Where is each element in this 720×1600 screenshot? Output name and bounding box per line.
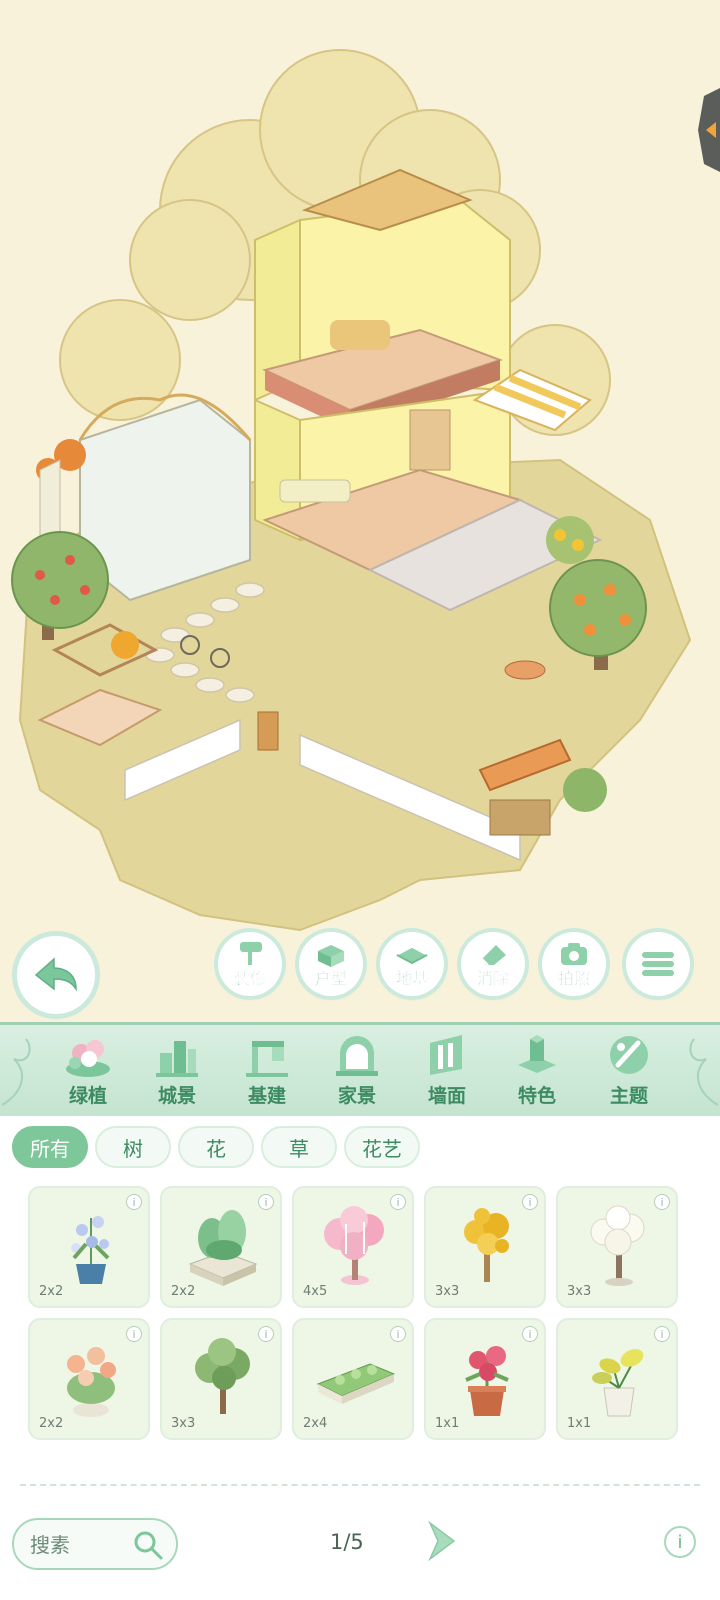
decorate-label: 装修 <box>233 969 266 988</box>
special-icon <box>518 1035 556 1073</box>
item-card[interactable]: i 3x3 <box>424 1186 546 1308</box>
leafy-planter-icon <box>188 1210 258 1286</box>
item-info-icon[interactable]: i <box>258 1326 274 1342</box>
roller-icon <box>240 942 262 965</box>
category-home-label: 家景 <box>337 1085 376 1107</box>
erase-label: 消除 <box>476 969 509 988</box>
category-city[interactable]: 城景 <box>137 1031 217 1115</box>
category-plants-label: 绿植 <box>68 1085 107 1107</box>
help-info-button[interactable]: i <box>664 1526 696 1558</box>
item-info-icon[interactable]: i <box>522 1326 538 1342</box>
foundation-button[interactable]: 地基 <box>380 932 444 996</box>
item-card[interactable]: i 4x5 <box>292 1186 414 1308</box>
item-size: 4x5 <box>303 1284 328 1299</box>
erase-button[interactable]: 消除 <box>461 932 525 996</box>
category-build[interactable]: 基建 <box>227 1031 307 1115</box>
foundation-icon <box>395 946 429 965</box>
photo-button[interactable]: 拍照 <box>542 932 606 996</box>
item-card[interactable]: i 1x1 <box>424 1318 546 1440</box>
search-box[interactable] <box>12 1518 178 1570</box>
side-panel-handle-icon[interactable] <box>694 88 720 172</box>
item-info-icon[interactable]: i <box>522 1194 538 1210</box>
filter-all[interactable]: 所有 <box>12 1126 88 1168</box>
green-tree-icon <box>195 1338 250 1414</box>
floorplan-icon <box>318 945 344 967</box>
item-info-icon[interactable]: i <box>258 1194 274 1210</box>
item-size: 2x4 <box>303 1416 328 1431</box>
back-button[interactable] <box>17 936 95 1014</box>
hedge-planter-icon <box>316 1363 396 1404</box>
item-info-icon[interactable]: i <box>126 1194 142 1210</box>
item-info-icon[interactable]: i <box>654 1326 670 1342</box>
category-build-label: 基建 <box>247 1085 286 1107</box>
filter-floral-art[interactable]: 花艺 <box>344 1126 420 1168</box>
wall-icon <box>430 1035 462 1075</box>
city-icon <box>156 1041 198 1077</box>
yellow-tree-icon <box>464 1208 509 1282</box>
eraser-icon <box>481 945 506 966</box>
item-size: 1x1 <box>435 1416 460 1431</box>
search-icon[interactable] <box>132 1529 164 1561</box>
next-page-icon[interactable] <box>424 1521 458 1561</box>
category-city-label: 城景 <box>157 1085 196 1107</box>
camera-icon <box>561 943 587 965</box>
item-size: 3x3 <box>435 1284 460 1299</box>
filter-grass[interactable]: 草 <box>261 1126 337 1168</box>
menu-button[interactable] <box>626 932 690 996</box>
item-size: 3x3 <box>567 1284 592 1299</box>
item-size: 1x1 <box>567 1416 592 1431</box>
foundation-label: 地基 <box>395 969 428 988</box>
item-size: 2x2 <box>39 1416 64 1431</box>
white-blossom-tree-icon <box>590 1205 645 1286</box>
category-special[interactable]: 特色 <box>497 1031 577 1115</box>
category-theme[interactable]: 主题 <box>589 1031 669 1115</box>
plant-icon <box>66 1040 110 1077</box>
yellow-leaf-pot-icon <box>592 1349 644 1417</box>
item-card[interactable]: i 2x4 <box>292 1318 414 1440</box>
decorate-button[interactable]: 装修 <box>218 932 282 996</box>
search-input[interactable] <box>28 1528 142 1562</box>
item-card[interactable]: i 2x2 <box>28 1186 150 1308</box>
item-info-icon[interactable]: i <box>654 1194 670 1210</box>
category-wall[interactable]: 墙面 <box>407 1031 487 1115</box>
back-arrow-icon <box>34 957 77 992</box>
page-indicator: 1/5 <box>330 1530 364 1554</box>
footer-divider <box>20 1484 700 1486</box>
home-icon <box>336 1036 378 1076</box>
item-size: 3x3 <box>171 1416 196 1431</box>
category-special-label: 特色 <box>517 1085 556 1107</box>
category-home[interactable]: 家景 <box>317 1031 397 1115</box>
filter-trees[interactable]: 树 <box>95 1126 171 1168</box>
floorplan-label: 户型 <box>314 969 347 988</box>
floorplan-button[interactable]: 户型 <box>299 932 363 996</box>
item-card[interactable]: i 3x3 <box>160 1318 282 1440</box>
item-size: 2x2 <box>171 1284 196 1299</box>
theme-icon <box>610 1036 648 1074</box>
category-bar: 绿植 城景 基建 家景 墙面 特色 主题 <box>0 1022 720 1122</box>
isometric-house-illustration <box>11 49 692 932</box>
vine-decoration-right-icon <box>689 1038 719 1106</box>
item-info-icon[interactable]: i <box>390 1326 406 1342</box>
photo-label: 拍照 <box>557 969 590 988</box>
item-info-icon[interactable]: i <box>126 1326 142 1342</box>
protea-pot-icon <box>465 1346 509 1416</box>
category-wall-label: 墙面 <box>427 1085 466 1107</box>
item-card[interactable]: i 3x3 <box>556 1186 678 1308</box>
category-plants[interactable]: 绿植 <box>48 1031 128 1115</box>
item-card[interactable]: i 2x2 <box>160 1186 282 1308</box>
category-theme-label: 主题 <box>609 1085 648 1107</box>
vine-decoration-left-icon <box>1 1038 31 1106</box>
pink-blossom-tree-icon <box>324 1206 384 1285</box>
item-card[interactable]: i 1x1 <box>556 1318 678 1440</box>
item-size: 2x2 <box>39 1284 64 1299</box>
peach-rose-bush-icon <box>67 1347 116 1417</box>
blue-flower-pot-icon <box>71 1216 110 1284</box>
build-icon <box>246 1041 288 1077</box>
garden-scene[interactable] <box>0 0 720 1020</box>
item-card[interactable]: i 2x2 <box>28 1318 150 1440</box>
item-info-icon[interactable]: i <box>390 1194 406 1210</box>
hamburger-icon <box>642 952 674 976</box>
filter-flowers[interactable]: 花 <box>178 1126 254 1168</box>
